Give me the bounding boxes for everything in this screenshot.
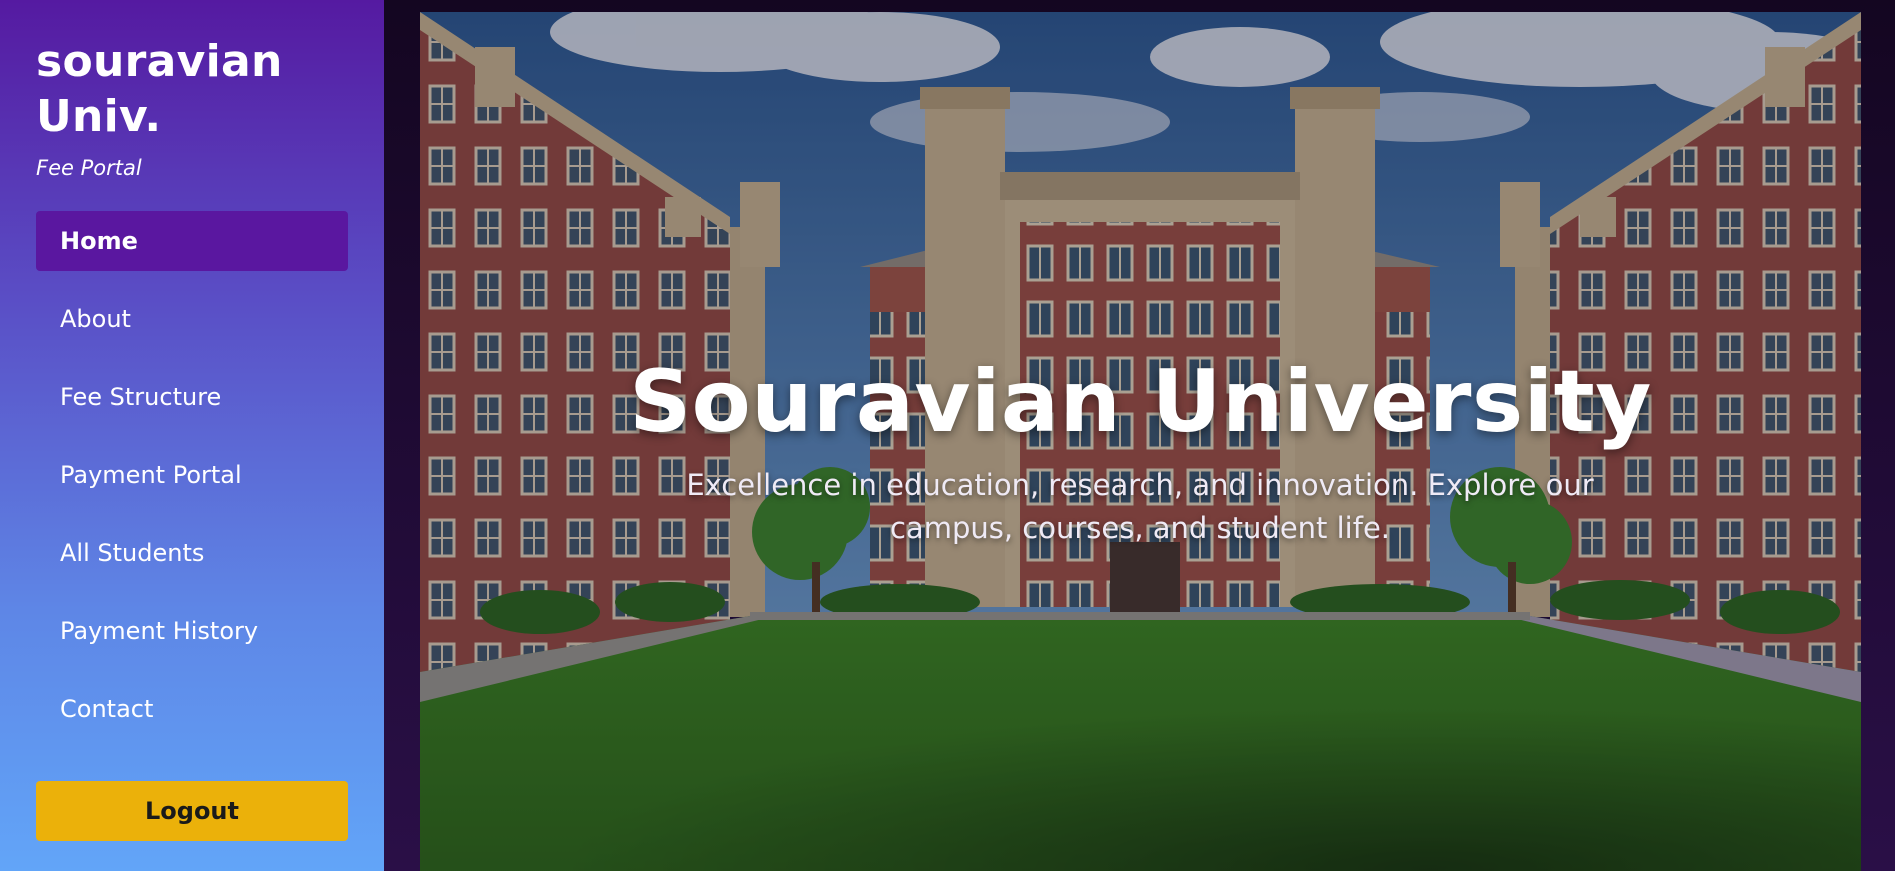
nav-item-contact[interactable]: Contact xyxy=(36,679,348,739)
logout-button[interactable]: Logout xyxy=(36,781,348,841)
brand-title: souravian Univ. xyxy=(36,36,283,142)
nav-item-payment-history[interactable]: Payment History xyxy=(36,601,348,661)
app-shell: souravian Univ. Fee Portal Home About Fe… xyxy=(0,0,1895,871)
hero-tagline: Excellence in education, research, and i… xyxy=(686,468,1594,545)
nav-item-all-students[interactable]: All Students xyxy=(36,523,348,583)
nav-item-home[interactable]: Home xyxy=(36,211,348,271)
hero-banner: Souravian University Excellence in educa… xyxy=(420,12,1861,871)
sidebar: souravian Univ. Fee Portal Home About Fe… xyxy=(0,0,384,871)
main-content: Souravian University Excellence in educa… xyxy=(384,0,1895,871)
brand-subtitle: Fee Portal xyxy=(36,156,142,180)
nav-item-payment-portal[interactable]: Payment Portal xyxy=(36,445,348,505)
sidebar-nav: Home About Fee Structure Payment Portal … xyxy=(36,211,348,739)
hero-title: Souravian University xyxy=(629,352,1652,452)
nav-item-fee-structure[interactable]: Fee Structure xyxy=(36,367,348,427)
nav-item-about[interactable]: About xyxy=(36,289,348,349)
